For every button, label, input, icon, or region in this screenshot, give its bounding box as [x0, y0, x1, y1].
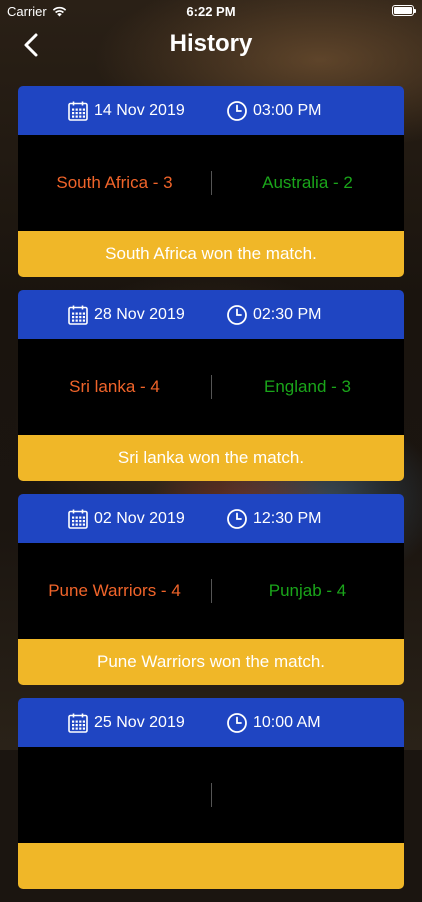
match-date-text: 14 Nov 2019	[94, 101, 185, 119]
team-b-score	[211, 747, 404, 843]
calendar-icon	[68, 305, 88, 325]
team-a-score	[18, 747, 211, 843]
clock-icon	[227, 304, 247, 325]
match-card-body: Sri lanka - 4 England - 3	[18, 339, 404, 435]
match-result: South Africa won the match.	[18, 231, 404, 277]
navigation-bar: History	[0, 22, 422, 66]
match-date-text: 02 Nov 2019	[94, 509, 185, 527]
calendar-icon	[68, 713, 88, 733]
match-time: 10:00 AM	[226, 712, 321, 734]
battery-icon	[392, 5, 416, 16]
match-time: 03:00 PM	[226, 100, 321, 122]
match-date-text: 28 Nov 2019	[94, 305, 185, 323]
clock-icon	[227, 712, 247, 733]
match-date: 25 Nov 2019	[67, 712, 185, 734]
match-date: 02 Nov 2019	[67, 508, 185, 530]
match-result: Pune Warriors won the match.	[18, 639, 404, 685]
match-card-body: Pune Warriors - 4 Punjab - 4	[18, 543, 404, 639]
match-date: 28 Nov 2019	[67, 304, 185, 326]
match-result	[18, 843, 404, 889]
match-card-header: 02 Nov 2019 12:30 PM	[18, 494, 404, 543]
team-b-score: England - 3	[264, 377, 351, 396]
team-b-score: Punjab - 4	[268, 581, 347, 600]
clock-icon	[227, 100, 247, 121]
match-history-list[interactable]: 14 Nov 2019 03:00 PM South Africa - 3 Au…	[18, 86, 404, 902]
calendar-icon	[68, 509, 88, 529]
match-card[interactable]: 28 Nov 2019 02:30 PM Sri lanka - 4 Engla…	[18, 290, 404, 481]
team-b-score: Australia - 2	[262, 173, 353, 192]
match-time-text: 03:00 PM	[253, 101, 322, 119]
match-card-body	[18, 747, 404, 843]
status-bar: Carrier 6:22 PM	[0, 0, 422, 22]
team-a-score: Pune Warriors - 4	[48, 581, 181, 600]
match-card[interactable]: 25 Nov 2019 10:00 AM	[18, 698, 404, 889]
match-card-header: 25 Nov 2019 10:00 AM	[18, 698, 404, 747]
match-time: 02:30 PM	[226, 304, 321, 326]
match-time: 12:30 PM	[226, 508, 321, 530]
match-card-header: 14 Nov 2019 03:00 PM	[18, 86, 404, 135]
clock-icon	[227, 508, 247, 529]
clock: 6:22 PM	[186, 4, 236, 19]
match-card-body: South Africa - 3 Australia - 2	[18, 135, 404, 231]
match-time-text: 10:00 AM	[253, 713, 321, 731]
team-a-score: South Africa - 3	[56, 173, 173, 192]
team-a-score: Sri lanka - 4	[69, 377, 160, 396]
match-card[interactable]: 14 Nov 2019 03:00 PM South Africa - 3 Au…	[18, 86, 404, 277]
match-time-text: 02:30 PM	[253, 305, 322, 323]
match-card-header: 28 Nov 2019 02:30 PM	[18, 290, 404, 339]
match-card[interactable]: 02 Nov 2019 12:30 PM Pune Warriors - 4 P…	[18, 494, 404, 685]
match-time-text: 12:30 PM	[253, 509, 322, 527]
calendar-icon	[68, 101, 88, 121]
match-date-text: 25 Nov 2019	[94, 713, 185, 731]
match-date: 14 Nov 2019	[67, 100, 185, 122]
page-title: History	[169, 30, 253, 57]
match-result: Sri lanka won the match.	[18, 435, 404, 481]
